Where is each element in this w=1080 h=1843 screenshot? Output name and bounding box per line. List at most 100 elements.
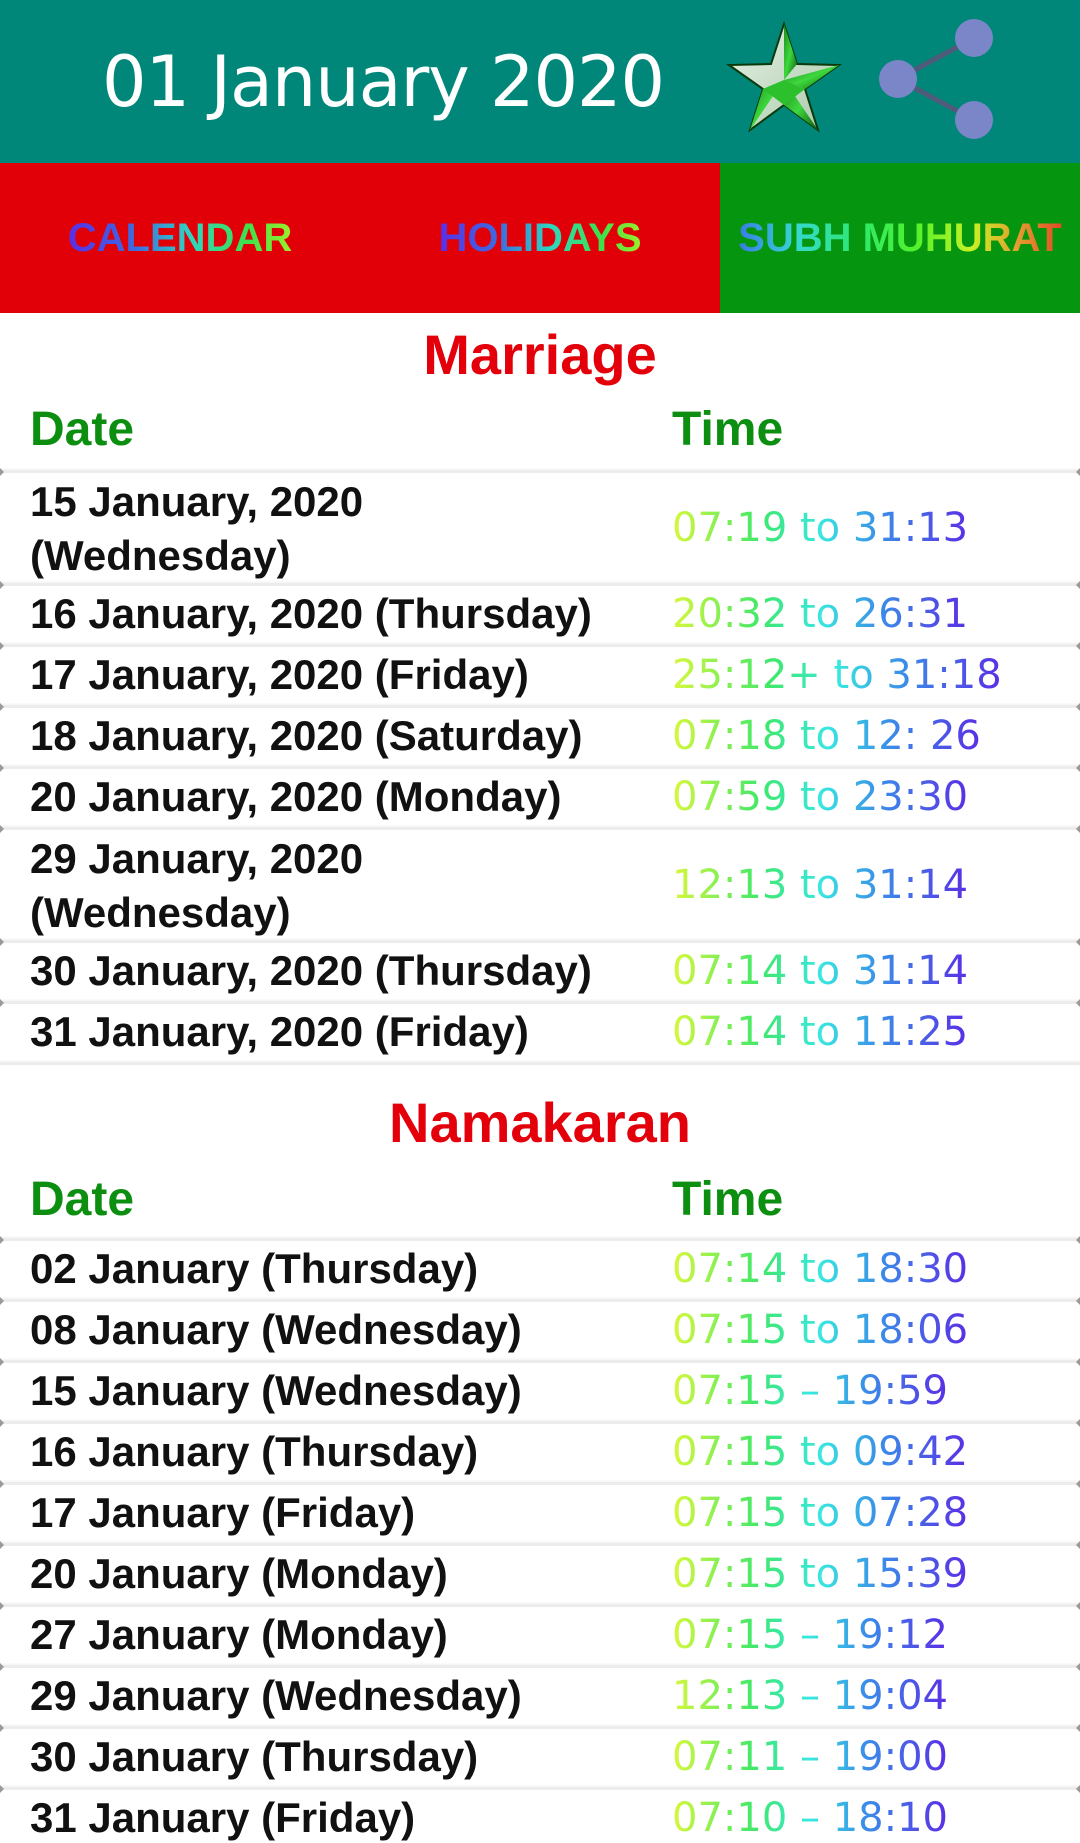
table-row[interactable]: 17 January, 2020 (Friday) 25:12+ to 31:18 — [0, 642, 1080, 705]
row-time: 07:15 – 19:12 — [672, 1608, 948, 1662]
row-separator — [0, 1062, 1080, 1065]
row-time: 07:14 to 18:30 — [672, 1242, 968, 1296]
column-header-time: Time — [672, 1173, 784, 1226]
column-header-time: Time — [672, 403, 784, 456]
row-edge-marker — [0, 468, 4, 476]
row-edge-marker — [1076, 938, 1080, 946]
row-edge-marker — [0, 1358, 4, 1366]
row-date: 20 January (Monday) — [30, 1550, 448, 1597]
row-edge-marker — [0, 764, 4, 772]
section-title: Marriage — [423, 323, 657, 386]
row-date: 02 January (Thursday) — [30, 1245, 479, 1292]
row-edge-marker — [0, 1419, 4, 1427]
row-time: 25:12+ to 31:18 — [672, 648, 1002, 702]
row-edge-marker — [0, 1785, 4, 1793]
row-edge-marker — [1076, 1785, 1080, 1793]
table-row[interactable]: 30 January (Thursday) 07:11 – 19:00 — [0, 1724, 1080, 1787]
row-date: 16 January, 2020 (Thursday) — [30, 590, 592, 637]
tab-subh-muhurat[interactable]: SUBH MUHURAT — [720, 163, 1080, 313]
table-row[interactable]: 31 January, 2020 (Friday) 07:14 to 11:25 — [0, 999, 1080, 1062]
row-edge-marker — [0, 642, 4, 650]
row-edge-marker — [0, 1724, 4, 1732]
row-date: 30 January (Thursday) — [30, 1733, 479, 1780]
tab-calendar[interactable]: CALENDAR — [0, 163, 360, 313]
table-row[interactable]: 27 January (Monday) 07:15 – 19:12 — [0, 1602, 1080, 1665]
row-time: 07:15 to 09:42 — [672, 1425, 968, 1479]
row-date: 17 January (Friday) — [30, 1489, 416, 1536]
row-edge-marker — [0, 1663, 4, 1671]
tab-bar: CALENDAR HOLIDAYS SUBH MUHURAT — [0, 163, 1080, 313]
row-edge-marker — [0, 825, 4, 833]
column-header-date: Date — [30, 1173, 135, 1226]
row-edge-marker — [1076, 1358, 1080, 1366]
row-edge-marker — [1076, 642, 1080, 650]
row-time: 07:15 to 18:06 — [672, 1303, 968, 1357]
table-row[interactable]: 02 January (Thursday) 07:14 to 18:30 — [0, 1236, 1080, 1299]
row-date: 20 January, 2020 (Monday) — [30, 773, 562, 820]
row-edge-marker — [1076, 581, 1080, 589]
row-time: 07:15 to 15:39 — [672, 1547, 968, 1601]
row-edge-marker — [1076, 1663, 1080, 1671]
row-edge-marker — [1076, 1541, 1080, 1549]
row-date: 29 January, 2020 (Wednesday) — [30, 835, 364, 936]
table-row[interactable]: 31 January (Friday) 07:10 – 18:10 — [0, 1785, 1080, 1843]
row-edge-marker — [1076, 1297, 1080, 1305]
tab-calendar-label: CALENDAR — [67, 215, 293, 260]
row-time: 07:10 – 18:10 — [672, 1791, 948, 1843]
row-date: 17 January, 2020 (Friday) — [30, 651, 529, 698]
section-title: Namakaran — [389, 1091, 691, 1154]
table-row[interactable]: 20 January (Monday) 07:15 to 15:39 — [0, 1541, 1080, 1604]
row-date: 31 January, 2020 (Friday) — [30, 1008, 529, 1055]
row-time: 07:14 to 11:25 — [672, 1005, 968, 1059]
table-row[interactable]: 15 January (Wednesday) 07:15 – 19:59 — [0, 1358, 1080, 1421]
tab-holidays[interactable]: HOLIDAYS — [360, 163, 720, 313]
row-time: 20:32 to 26:31 — [672, 587, 968, 641]
tab-holidays-label: HOLIDAYS — [438, 215, 642, 260]
row-date: 18 January, 2020 (Saturday) — [30, 712, 583, 759]
row-edge-marker — [0, 1297, 4, 1305]
row-edge-marker — [1076, 1602, 1080, 1610]
row-date: 29 January (Wednesday) — [30, 1672, 522, 1719]
table-row[interactable]: 30 January, 2020 (Thursday) 07:14 to 31:1… — [0, 938, 1080, 1001]
table-row[interactable]: 29 January, 2020 (Wednesday) 12:13 to 31:… — [0, 825, 1080, 940]
tab-subh-muhurat-label: SUBH MUHURAT — [738, 215, 1062, 260]
table-row[interactable]: 17 January (Friday) 07:15 to 07:28 — [0, 1480, 1080, 1543]
row-edge-marker — [1076, 999, 1080, 1007]
table-row[interactable]: 18 January, 2020 (Saturday) 07:18 to 12: … — [0, 703, 1080, 766]
table-row[interactable]: 16 January (Thursday) 07:15 to 09:42 — [0, 1419, 1080, 1482]
table-row[interactable]: 15 January, 2020 (Wednesday) 07:19 to 31:… — [0, 468, 1080, 583]
share-button[interactable] — [876, 16, 998, 142]
row-date: 16 January (Thursday) — [30, 1428, 479, 1475]
row-time: 07:19 to 31:13 — [672, 501, 968, 555]
row-time: 07:11 – 19:00 — [672, 1730, 948, 1784]
table-row[interactable]: 20 January, 2020 (Monday) 07:59 to 23:30 — [0, 764, 1080, 827]
row-edge-marker — [1076, 1236, 1080, 1244]
table-row[interactable]: 08 January (Wednesday) 07:15 to 18:06 — [0, 1297, 1080, 1360]
row-edge-marker — [0, 1480, 4, 1488]
table-row[interactable]: 16 January, 2020 (Thursday) 20:32 to 26:3… — [0, 581, 1080, 644]
row-time: 12:13 to 31:14 — [672, 858, 968, 912]
row-edge-marker — [1076, 1480, 1080, 1488]
share-icon — [879, 19, 993, 139]
row-date: 31 January (Friday) — [30, 1794, 416, 1841]
page-title: 01 January 2020 — [102, 41, 665, 123]
row-date: 08 January (Wednesday) — [30, 1306, 522, 1353]
row-edge-marker — [0, 1236, 4, 1244]
row-edge-marker — [1076, 703, 1080, 711]
table-row[interactable]: 29 January (Wednesday) 12:13 – 19:04 — [0, 1663, 1080, 1726]
row-time: 07:14 to 31:14 — [672, 944, 968, 998]
row-edge-marker — [1076, 468, 1080, 476]
row-edge-marker — [1076, 1419, 1080, 1427]
star-icon — [725, 20, 843, 133]
row-edge-marker — [0, 1541, 4, 1549]
row-edge-marker — [0, 581, 4, 589]
row-time: 12:13 – 19:04 — [672, 1669, 948, 1723]
row-edge-marker — [1076, 825, 1080, 833]
row-edge-marker — [0, 1602, 4, 1610]
row-edge-marker — [0, 703, 4, 711]
column-header-date: Date — [30, 403, 135, 456]
row-time: 07:59 to 23:30 — [672, 770, 968, 824]
star-button[interactable] — [725, 20, 843, 138]
row-date: 30 January, 2020 (Thursday) — [30, 947, 592, 994]
row-date: 27 January (Monday) — [30, 1611, 448, 1658]
